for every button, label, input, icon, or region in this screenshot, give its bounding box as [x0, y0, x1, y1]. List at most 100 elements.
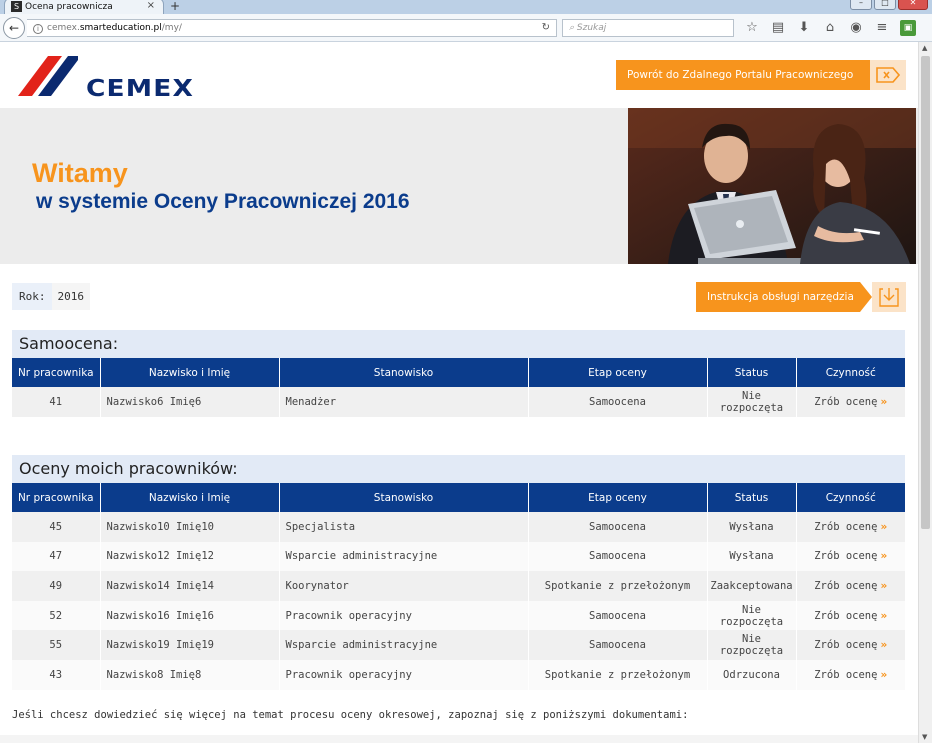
- employee-number-cell: 55: [12, 630, 101, 660]
- employee-number-cell: 41: [12, 387, 101, 417]
- instructions-button[interactable]: Instrukcja obsługi narzędzia: [696, 282, 872, 312]
- info-icon[interactable]: i: [33, 24, 43, 34]
- action-cell[interactable]: Zrób ocenę»: [796, 512, 905, 542]
- action-cell[interactable]: Zrób ocenę»: [796, 659, 905, 690]
- status-cell: Nie rozpoczęta: [707, 387, 797, 417]
- download-icon[interactable]: ⬇: [796, 20, 812, 36]
- banner-photo: [628, 108, 916, 264]
- year-selector[interactable]: Rok: 2016: [12, 283, 90, 310]
- action-cell[interactable]: Zrób ocenę»: [796, 387, 905, 417]
- extension-icon[interactable]: ▣: [900, 20, 916, 36]
- portal-return-button[interactable]: Powrót do Zdalnego Portalu Pracowniczego: [616, 60, 882, 90]
- address-bar[interactable]: i cemex.smarteducation.pl/my/ ↻: [27, 19, 557, 37]
- window-controls: – □ ✕: [850, 0, 928, 10]
- action-cell[interactable]: Zrób ocenę»: [796, 600, 905, 631]
- page-content: CEMEX Powrót do Zdalnego Portalu Pracown…: [0, 42, 918, 743]
- stage-cell: Spotkanie z przełożonym: [528, 659, 708, 690]
- name-cell: Nazwisko16 Imię16: [100, 600, 280, 631]
- cemex-logo: CEMEX: [18, 54, 193, 102]
- table-row: 55 Nazwisko19 Imię19 Wsparcie administracy…: [12, 630, 905, 660]
- status-cell: Nie rozpoczęta: [707, 630, 797, 660]
- menu-icon[interactable]: ≡: [874, 20, 890, 36]
- position-cell: Koorynator: [279, 571, 529, 601]
- evaluate-link[interactable]: Zrób ocenę: [814, 396, 877, 408]
- col-status: Status: [707, 358, 797, 387]
- position-cell: Pracownik operacyjny: [279, 659, 529, 690]
- browser-tab[interactable]: S Ocena pracownicza ×: [4, 0, 164, 14]
- bookmark-star-icon[interactable]: ☆: [744, 20, 760, 36]
- action-cell[interactable]: Zrób ocenę»: [796, 630, 905, 660]
- search-placeholder: Szukaj: [576, 23, 607, 33]
- double-chevron-right-icon[interactable]: »: [880, 669, 887, 681]
- name-cell: Nazwisko8 Imię8: [100, 659, 280, 690]
- double-chevron-right-icon[interactable]: »: [880, 521, 887, 533]
- navigation-bar: ← i cemex.smarteducation.pl/my/ ↻ ⌕ Szuka…: [0, 14, 932, 42]
- self-assessment-table: Nr pracownika Nazwisko i Imię Stanowisko…: [12, 358, 905, 417]
- double-chevron-right-icon[interactable]: »: [880, 550, 887, 562]
- browser-window: S Ocena pracownicza × + – □ ✕ ← i cemex.s…: [0, 0, 932, 743]
- status-cell: Nie rozpoczęta: [707, 600, 797, 631]
- action-cell[interactable]: Zrób ocenę»: [796, 541, 905, 572]
- double-chevron-right-icon[interactable]: »: [880, 639, 887, 651]
- table-row: 41 Nazwisko6 Imię6 Menadżer Samoocena Nie ro…: [12, 387, 905, 417]
- back-arrow-icon[interactable]: ←: [3, 17, 25, 39]
- col-action: Czynność: [796, 358, 905, 387]
- minimize-button[interactable]: –: [850, 0, 872, 10]
- year-value: 2016: [51, 283, 90, 310]
- tab-close-icon[interactable]: ×: [147, 0, 155, 11]
- table-header-row: Nr pracownika Nazwisko i Imię Stanowisko…: [12, 483, 905, 512]
- col-name: Nazwisko i Imię: [100, 483, 280, 512]
- action-cell[interactable]: Zrób ocenę»: [796, 571, 905, 601]
- employees-table: Nr pracownika Nazwisko i Imię Stanowisko…: [12, 483, 905, 690]
- employee-number-cell: 52: [12, 600, 101, 631]
- position-cell: Pracownik operacyjny: [279, 600, 529, 631]
- col-position: Stanowisko: [279, 358, 529, 387]
- evaluate-link[interactable]: Zrób ocenę: [814, 639, 877, 651]
- self-assessment-heading: Samoocena:: [12, 330, 905, 358]
- employees-heading: Oceny moich pracowników:: [12, 455, 905, 483]
- col-name: Nazwisko i Imię: [100, 358, 280, 387]
- reload-icon[interactable]: ↻: [542, 20, 550, 36]
- download-instructions-icon[interactable]: [872, 282, 906, 312]
- window-close-button[interactable]: ✕: [898, 0, 928, 10]
- search-input[interactable]: ⌕ Szukaj: [562, 19, 734, 37]
- position-cell: Specjalista: [279, 512, 529, 542]
- double-chevron-right-icon[interactable]: »: [880, 396, 887, 408]
- scroll-up-icon[interactable]: ▲: [922, 44, 927, 52]
- name-cell: Nazwisko6 Imię6: [100, 387, 280, 417]
- evaluate-link[interactable]: Zrób ocenę: [814, 610, 877, 622]
- evaluate-link[interactable]: Zrób ocenę: [814, 669, 877, 681]
- stage-cell: Spotkanie z przełożonym: [528, 571, 708, 601]
- url-prefix: cemex.: [47, 23, 80, 33]
- col-stage: Etap oceny: [528, 358, 708, 387]
- col-stage: Etap oceny: [528, 483, 708, 512]
- welcome-title: Witamy: [32, 158, 128, 188]
- scrollbar-thumb[interactable]: [921, 56, 930, 529]
- evaluate-link[interactable]: Zrób ocenę: [814, 580, 877, 592]
- scroll-down-icon[interactable]: ▼: [922, 733, 927, 741]
- maximize-button[interactable]: □: [874, 0, 896, 10]
- vertical-scrollbar[interactable]: ▲ ▼: [918, 42, 932, 743]
- tab-title: Ocena pracownicza: [25, 2, 113, 12]
- table-row: 43 Nazwisko8 Imię8 Pracownik operacyjny Spo…: [12, 659, 905, 690]
- evaluate-link[interactable]: Zrób ocenę: [814, 550, 877, 562]
- employee-number-cell: 49: [12, 571, 101, 601]
- name-cell: Nazwisko12 Imię12: [100, 541, 280, 572]
- name-cell: Nazwisko14 Imię14: [100, 571, 280, 601]
- new-tab-button[interactable]: +: [170, 0, 180, 13]
- welcome-banner: Witamy w systemie Oceny Pracowniczej 201…: [0, 108, 918, 264]
- home-icon[interactable]: ⌂: [822, 20, 838, 36]
- double-chevron-right-icon[interactable]: »: [880, 610, 887, 622]
- logo-stripes-icon: [18, 56, 78, 96]
- double-chevron-right-icon[interactable]: »: [880, 580, 887, 592]
- reading-list-icon[interactable]: ▤: [770, 20, 786, 36]
- portal-exit-icon[interactable]: [870, 60, 906, 90]
- employee-number-cell: 43: [12, 659, 101, 690]
- employee-number-cell: 45: [12, 512, 101, 542]
- pocket-icon[interactable]: ◉: [848, 20, 864, 36]
- table-header-row: Nr pracownika Nazwisko i Imię Stanowisko…: [12, 358, 905, 387]
- stage-cell: Samoocena: [528, 387, 708, 417]
- evaluate-link[interactable]: Zrób ocenę: [814, 521, 877, 533]
- position-cell: Wsparcie administracyjne: [279, 541, 529, 572]
- status-cell: Odrzucona: [707, 659, 797, 690]
